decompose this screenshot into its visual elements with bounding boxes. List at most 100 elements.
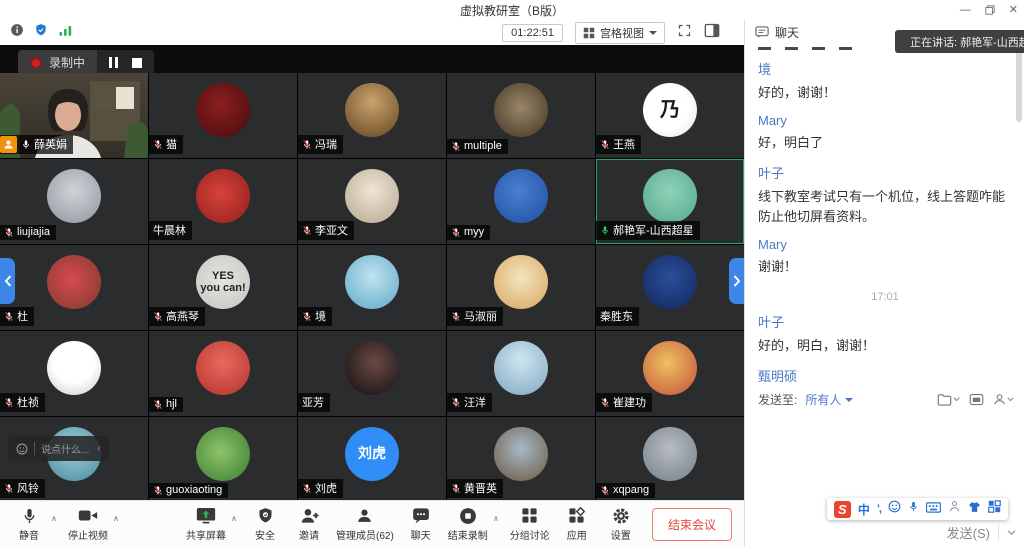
member-select-icon[interactable] bbox=[993, 393, 1014, 406]
next-page-arrow[interactable] bbox=[729, 258, 744, 304]
participant-tile[interactable]: 汪洋 bbox=[447, 331, 595, 416]
participant-tile[interactable]: 猫 bbox=[149, 73, 297, 158]
toolbar-apps-button[interactable]: 应用 bbox=[560, 507, 594, 542]
participant-tile[interactable]: hjl bbox=[149, 331, 297, 416]
emoji-icon[interactable] bbox=[888, 500, 901, 518]
close-icon[interactable]: ✕ bbox=[1009, 5, 1018, 16]
toolbar-chat-bubble-button[interactable]: 聊天 bbox=[404, 507, 438, 542]
message-sender: 甄明硕 bbox=[758, 366, 1012, 385]
participant-name-label: 薛英娟 bbox=[0, 135, 73, 154]
participant-tile[interactable]: 李亚文 bbox=[298, 159, 446, 244]
toolbar-members-button[interactable]: 管理成员(62) bbox=[336, 507, 394, 542]
participant-tile[interactable]: 杜祯 bbox=[0, 331, 148, 416]
ime-tools-icon[interactable] bbox=[948, 500, 961, 518]
stop-record-icon bbox=[459, 507, 477, 525]
ime-punctuation-toggle[interactable]: ’, bbox=[877, 503, 881, 515]
sogou-logo-icon[interactable]: S bbox=[834, 501, 851, 518]
avatar bbox=[494, 83, 548, 137]
info-icon[interactable] bbox=[10, 23, 24, 42]
network-signal-icon[interactable] bbox=[58, 24, 73, 42]
participant-name-label: multiple bbox=[447, 139, 508, 154]
skin-icon[interactable] bbox=[968, 500, 981, 518]
participant-tile[interactable]: 亚芳 bbox=[298, 331, 446, 416]
participant-tile[interactable]: 杜 bbox=[0, 245, 148, 330]
breakout-icon bbox=[521, 507, 538, 525]
participant-name: 崔建功 bbox=[613, 394, 646, 410]
quick-chat-bar[interactable]: 说点什么... ‹ bbox=[8, 436, 109, 461]
chevron-up-icon[interactable]: ∧ bbox=[493, 514, 499, 523]
participant-tile[interactable]: 郝艳军-山西超星 bbox=[596, 159, 744, 244]
participant-tile[interactable]: 风铃 说点什么... ‹ bbox=[0, 417, 148, 500]
chevron-up-icon[interactable]: ∧ bbox=[51, 514, 57, 523]
toolbar-item-label: 结束录制 bbox=[448, 527, 488, 542]
members-icon bbox=[356, 507, 373, 525]
toolbar-security-button[interactable]: 安全 bbox=[248, 507, 282, 542]
bottom-toolbar: 静音∧停止视频∧共享屏幕∧安全邀请管理成员(62)聊天结束录制∧分组讨论应用设置… bbox=[0, 500, 744, 547]
previous-page-arrow[interactable] bbox=[0, 258, 15, 304]
participant-tile[interactable]: 境 bbox=[298, 245, 446, 330]
participant-name-label: 风铃 bbox=[0, 479, 45, 498]
toolbar-invite-button[interactable]: 邀请 bbox=[292, 507, 326, 542]
chevron-up-icon[interactable]: ∧ bbox=[113, 514, 119, 523]
toolbar-camera-button[interactable]: 停止视频∧ bbox=[68, 507, 108, 542]
chat-input-area[interactable] bbox=[745, 415, 1024, 502]
fullscreen-icon[interactable] bbox=[677, 23, 692, 43]
participant-name-label: 李亚文 bbox=[298, 221, 354, 240]
participant-tile[interactable]: 黄晋英 bbox=[447, 417, 595, 500]
collapse-arrow-icon[interactable]: ‹ bbox=[95, 443, 100, 454]
layout-panel-icon[interactable] bbox=[704, 23, 720, 43]
muted-mic-icon bbox=[451, 483, 461, 494]
view-mode-selector[interactable]: 宫格视图 bbox=[575, 22, 665, 44]
participant-name: hjl bbox=[166, 398, 177, 410]
recording-label: 录制中 bbox=[49, 54, 85, 71]
participant-name: myy bbox=[464, 226, 484, 238]
chevron-up-icon[interactable]: ∧ bbox=[231, 514, 237, 523]
participant-tile[interactable]: YES you can!高燕琴 bbox=[149, 245, 297, 330]
participant-tile[interactable]: multiple bbox=[447, 73, 595, 158]
ime-language-toggle[interactable]: 中 bbox=[858, 501, 870, 518]
participant-tile[interactable]: 冯瑞 bbox=[298, 73, 446, 158]
quick-chat-placeholder: 说点什么... bbox=[41, 441, 89, 456]
send-to-dropdown[interactable]: 所有人 bbox=[805, 391, 853, 408]
ime-menu-icon[interactable] bbox=[988, 500, 1001, 518]
toolbar-mic-button[interactable]: 静音∧ bbox=[12, 507, 46, 542]
participant-tile[interactable]: guoxiaoting bbox=[149, 417, 297, 500]
toolbar-item-label: 邀请 bbox=[299, 527, 319, 542]
participant-tile[interactable]: xqpang bbox=[596, 417, 744, 500]
end-meeting-button[interactable]: 结束会议 bbox=[652, 508, 732, 541]
participant-name: 薛英娟 bbox=[34, 136, 67, 152]
restore-icon[interactable] bbox=[985, 5, 995, 15]
emoji-icon bbox=[16, 443, 28, 455]
participant-name: 郝艳军-山西超星 bbox=[613, 222, 694, 238]
screenshot-icon[interactable] bbox=[969, 393, 984, 406]
participant-tile[interactable]: 薛英娟 bbox=[0, 73, 148, 158]
avatar bbox=[196, 169, 250, 223]
send-button[interactable]: 发送(S) bbox=[947, 523, 990, 542]
toolbar-stop-record-button[interactable]: 结束录制∧ bbox=[448, 507, 488, 542]
security-shield-icon[interactable] bbox=[34, 23, 48, 42]
title-bar: 虚拟教研室（B版） — ✕ bbox=[0, 0, 1024, 20]
folder-icon[interactable] bbox=[937, 393, 960, 406]
stop-recording-icon[interactable] bbox=[132, 58, 142, 68]
participant-name: 境 bbox=[315, 308, 326, 324]
soft-keyboard-icon[interactable] bbox=[926, 500, 941, 518]
message-timestamp: 17:01 bbox=[758, 291, 1012, 303]
participant-name-label: 杜 bbox=[0, 307, 34, 326]
participant-tile[interactable]: 秦胜东 bbox=[596, 245, 744, 330]
toolbar-share-screen-button[interactable]: 共享屏幕∧ bbox=[186, 507, 226, 542]
chat-scrollbar-thumb[interactable] bbox=[1016, 50, 1022, 122]
voice-input-icon[interactable] bbox=[908, 500, 919, 518]
participant-tile[interactable]: 牛晨林 bbox=[149, 159, 297, 244]
toolbar-settings-gear-button[interactable]: 设置 bbox=[604, 507, 638, 542]
pause-recording-icon[interactable] bbox=[109, 57, 118, 68]
toolbar-breakout-button[interactable]: 分组讨论 bbox=[510, 507, 550, 542]
participant-tile[interactable]: liujiajia bbox=[0, 159, 148, 244]
participant-tile[interactable]: 马淑丽 bbox=[447, 245, 595, 330]
participant-tile[interactable]: 刘虎刘虎 bbox=[298, 417, 446, 500]
participant-tile[interactable]: 崔建功 bbox=[596, 331, 744, 416]
send-options-chevron-icon[interactable] bbox=[1007, 530, 1016, 536]
minimize-icon[interactable]: — bbox=[960, 5, 971, 16]
participant-tile[interactable]: myy bbox=[447, 159, 595, 244]
chat-title: 聊天 bbox=[775, 24, 799, 41]
participant-tile[interactable]: 乃王燕 bbox=[596, 73, 744, 158]
